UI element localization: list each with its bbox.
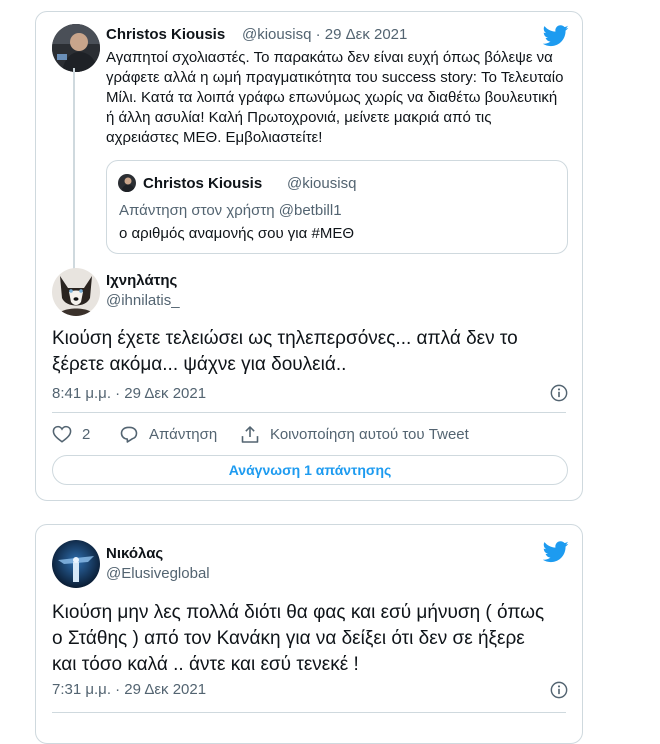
reply-button[interactable]: Απάντηση [119, 425, 217, 444]
quoted-tweet[interactable]: Christos Kiousis @kiousisq Απάντηση στον… [106, 160, 568, 254]
tweet-timestamp[interactable]: 7:31 μ.μ. · 29 Δεκ 2021 [52, 681, 206, 698]
thread-line [73, 68, 75, 274]
heart-icon [52, 425, 72, 443]
twitter-bird-icon[interactable] [543, 25, 569, 47]
read-replies-button[interactable]: Ανάγνωση 1 απάντησης [52, 455, 568, 485]
share-icon [241, 426, 259, 443]
reply-timestamp[interactable]: 8:41 μ.μ. · 29 Δεκ 2021 [52, 385, 206, 402]
divider [52, 412, 566, 413]
reply-icon [120, 426, 138, 443]
quoted-author-handle: @kiousisq [287, 175, 357, 192]
reply-author-name[interactable]: Ιχνηλάτης [106, 272, 177, 289]
author-name[interactable]: Christos Kiousis [106, 26, 225, 43]
quoted-avatar [118, 174, 136, 192]
like-count: 2 [82, 425, 91, 443]
meta-separator: · [315, 26, 321, 43]
share-label: Κοινοποίηση αυτού του Tweet [270, 426, 469, 443]
reply-avatar[interactable] [52, 268, 100, 316]
tweet-date[interactable]: 29 Δεκ 2021 [325, 26, 408, 43]
author-handle[interactable]: @Elusiveglobal [106, 565, 210, 582]
share-button[interactable]: Κοινοποίηση αυτού του Tweet [240, 425, 469, 444]
info-icon[interactable] [550, 384, 568, 402]
twitter-bird-icon[interactable] [543, 541, 569, 563]
author-meta: @kiousisq · 29 Δεκ 2021 [242, 26, 407, 43]
info-icon[interactable] [550, 681, 568, 699]
tweet-card[interactable]: Νικόλας @Elusiveglobal Κιούση μην λες πο… [35, 524, 583, 744]
avatar[interactable] [52, 540, 100, 588]
author-name[interactable]: Νικόλας [106, 545, 163, 562]
tweet-text: Αγαπητοί σχολιαστές. Το παρακάτω δεν είν… [106, 49, 564, 146]
reply-author-handle[interactable]: @ihnilatis_ [106, 292, 180, 309]
reply-label: Απάντηση [149, 426, 218, 443]
quoted-author-name: Christos Kiousis [143, 175, 263, 192]
tweet-text: Κιούση μην λες πολλά διότι θα φας και εσ… [52, 602, 545, 675]
tweet-card[interactable]: Christos Kiousis @kiousisq · 29 Δεκ 2021… [35, 11, 583, 501]
quoted-text: ο αριθμός αναμονής σου για #ΜΕΘ [119, 225, 354, 242]
like-button[interactable]: 2 [52, 425, 90, 443]
avatar[interactable] [52, 24, 100, 72]
divider [52, 712, 566, 713]
reply-text: Κιούση έχετε τελειώσει ως τηλεπερσόνες..… [52, 328, 518, 375]
author-handle[interactable]: @kiousisq [242, 26, 311, 43]
quoted-reply-to: Απάντηση στον χρήστη @betbill1 [119, 202, 342, 219]
